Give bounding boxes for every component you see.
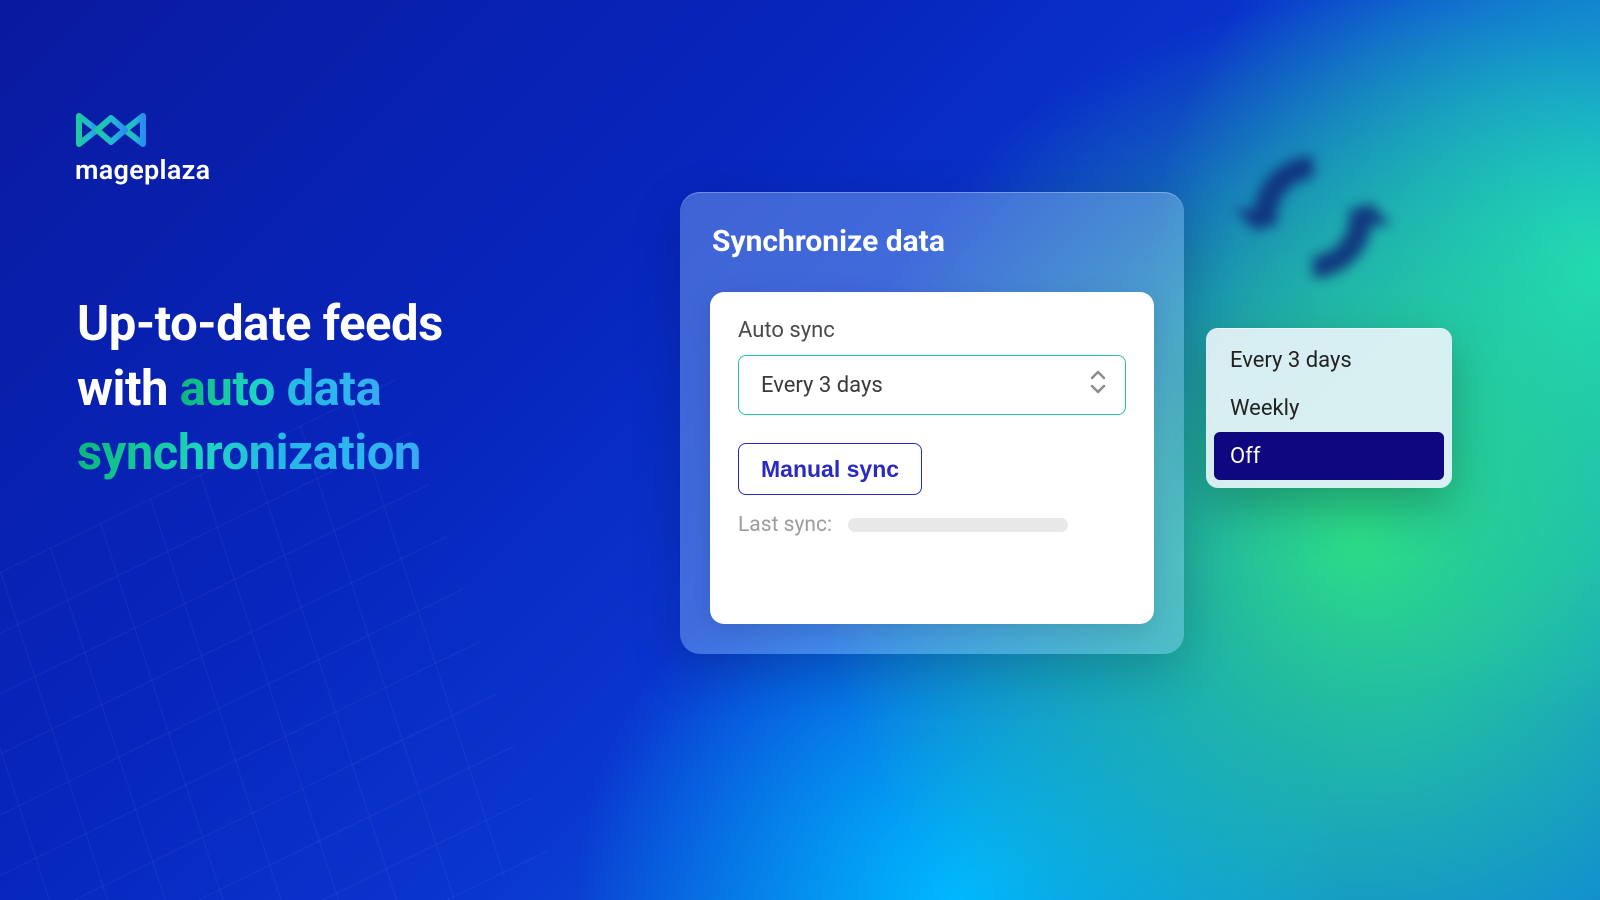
dropdown-option-selected[interactable]: Off [1214,432,1444,480]
headline-line1: Up-to-date feeds [77,292,443,357]
headline-line2-accent: auto data [180,360,382,417]
auto-sync-label: Auto sync [738,318,1126,343]
headline-line2-plain: with [77,360,180,417]
headline-line3-accent: synchronization [77,424,421,481]
auto-sync-select[interactable]: Every 3 days [738,355,1126,415]
brand-logo: mageplaza [75,108,210,186]
last-sync-placeholder [848,518,1068,532]
last-sync-label: Last sync: [738,513,832,537]
hero-background: mageplaza Up-to-date feeds with auto dat… [0,0,1600,900]
auto-sync-dropdown[interactable]: Every 3 days Weekly Off [1206,328,1452,488]
sync-panel: Auto sync Every 3 days Manual sync Last … [710,292,1154,624]
logo-mark-icon [75,108,147,152]
sync-icon [1228,132,1398,302]
card-title: Synchronize data [680,192,1184,259]
manual-sync-button[interactable]: Manual sync [738,443,922,495]
brand-name: mageplaza [75,154,210,186]
sync-card: Synchronize data Auto sync Every 3 days … [680,192,1184,654]
headline: Up-to-date feeds with auto data synchron… [77,292,443,486]
auto-sync-value: Every 3 days [761,373,883,398]
dropdown-option[interactable]: Every 3 days [1214,336,1444,384]
dropdown-option[interactable]: Weekly [1214,384,1444,432]
chevron-updown-icon [1089,369,1107,401]
